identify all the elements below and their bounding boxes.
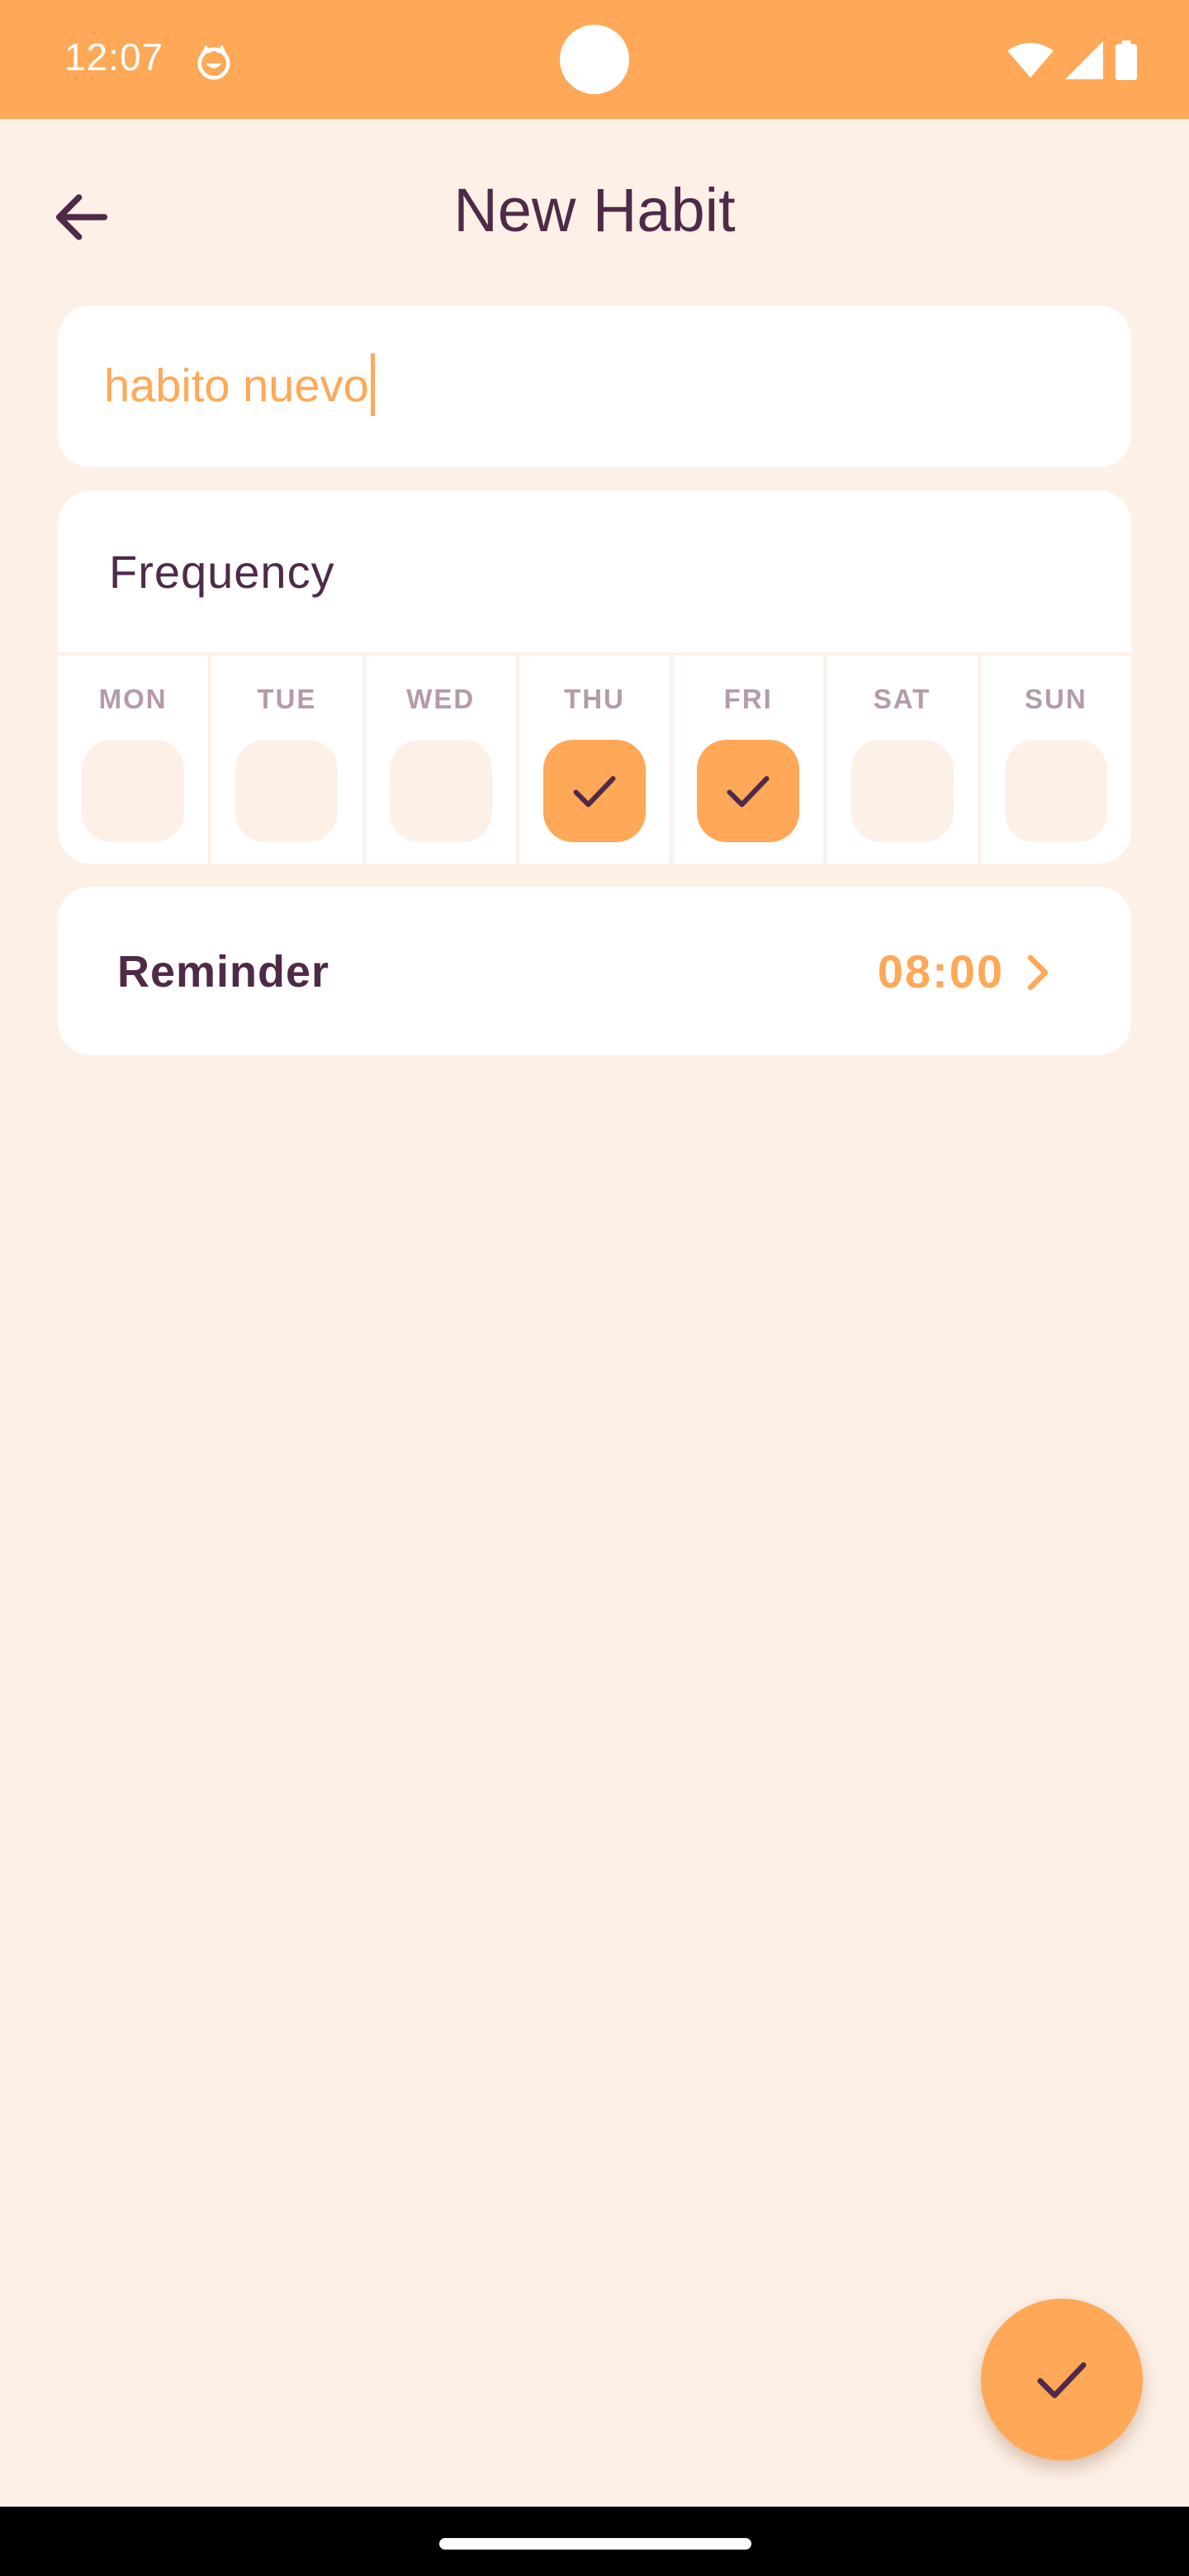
day-checkbox-tue[interactable] <box>235 740 339 842</box>
habit-name-input[interactable]: habito nuevo <box>104 353 1078 419</box>
home-gesture-handle[interactable] <box>439 2538 751 2550</box>
check-icon <box>727 776 770 807</box>
reminder-time: 08:00 <box>877 945 1004 997</box>
habit-name-card: habito nuevo <box>58 305 1131 467</box>
check-icon <box>1037 2362 1087 2398</box>
app-notification-icon <box>197 45 230 80</box>
days-row: MON TUE WED THU FRI SAT SUN <box>58 652 1131 864</box>
day-fri: FRI <box>673 656 827 864</box>
screen: 12:07 New Habit habito nuevo Frequency M… <box>0 0 1189 2576</box>
day-tue: TUE <box>211 656 366 864</box>
frequency-label: Frequency <box>109 546 335 598</box>
day-label: MON <box>98 684 168 714</box>
day-checkbox-wed[interactable] <box>389 740 492 842</box>
status-icons <box>1007 40 1138 81</box>
text-cursor <box>370 353 375 416</box>
camera-cutout <box>560 25 629 94</box>
check-icon <box>573 776 616 807</box>
save-habit-fab[interactable] <box>981 2299 1143 2460</box>
habit-name-value: habito nuevo <box>104 358 369 411</box>
day-thu: THU <box>519 656 674 864</box>
day-label: SUN <box>1024 684 1087 714</box>
day-sun: SUN <box>981 656 1131 864</box>
day-label: TUE <box>257 684 317 714</box>
status-time: 12:07 <box>64 36 164 78</box>
day-wed: WED <box>366 656 519 864</box>
day-checkbox-fri[interactable] <box>697 740 800 842</box>
chevron-right-icon <box>1027 954 1049 991</box>
day-mon: MON <box>58 656 212 864</box>
navigation-bar <box>0 2507 1189 2576</box>
frequency-card: Frequency MON TUE WED THU FRI SAT SUN <box>58 490 1131 864</box>
cell-signal-icon <box>1065 41 1103 79</box>
page-title: New Habit <box>453 176 736 244</box>
battery-icon <box>1115 40 1138 80</box>
day-label: WED <box>406 684 476 714</box>
status-bar: 12:07 <box>0 0 1189 119</box>
day-checkbox-thu[interactable] <box>542 740 646 842</box>
reminder-label: Reminder <box>117 947 330 997</box>
day-checkbox-mon[interactable] <box>82 740 185 842</box>
reminder-row[interactable]: Reminder 08:00 <box>58 887 1131 1055</box>
day-sat: SAT <box>827 656 981 864</box>
day-checkbox-sun[interactable] <box>1004 740 1107 842</box>
day-label: SAT <box>873 684 931 714</box>
wifi-icon <box>1007 43 1054 78</box>
day-label: FRI <box>723 684 773 714</box>
day-label: THU <box>564 684 625 714</box>
day-checkbox-sat[interactable] <box>850 740 954 842</box>
